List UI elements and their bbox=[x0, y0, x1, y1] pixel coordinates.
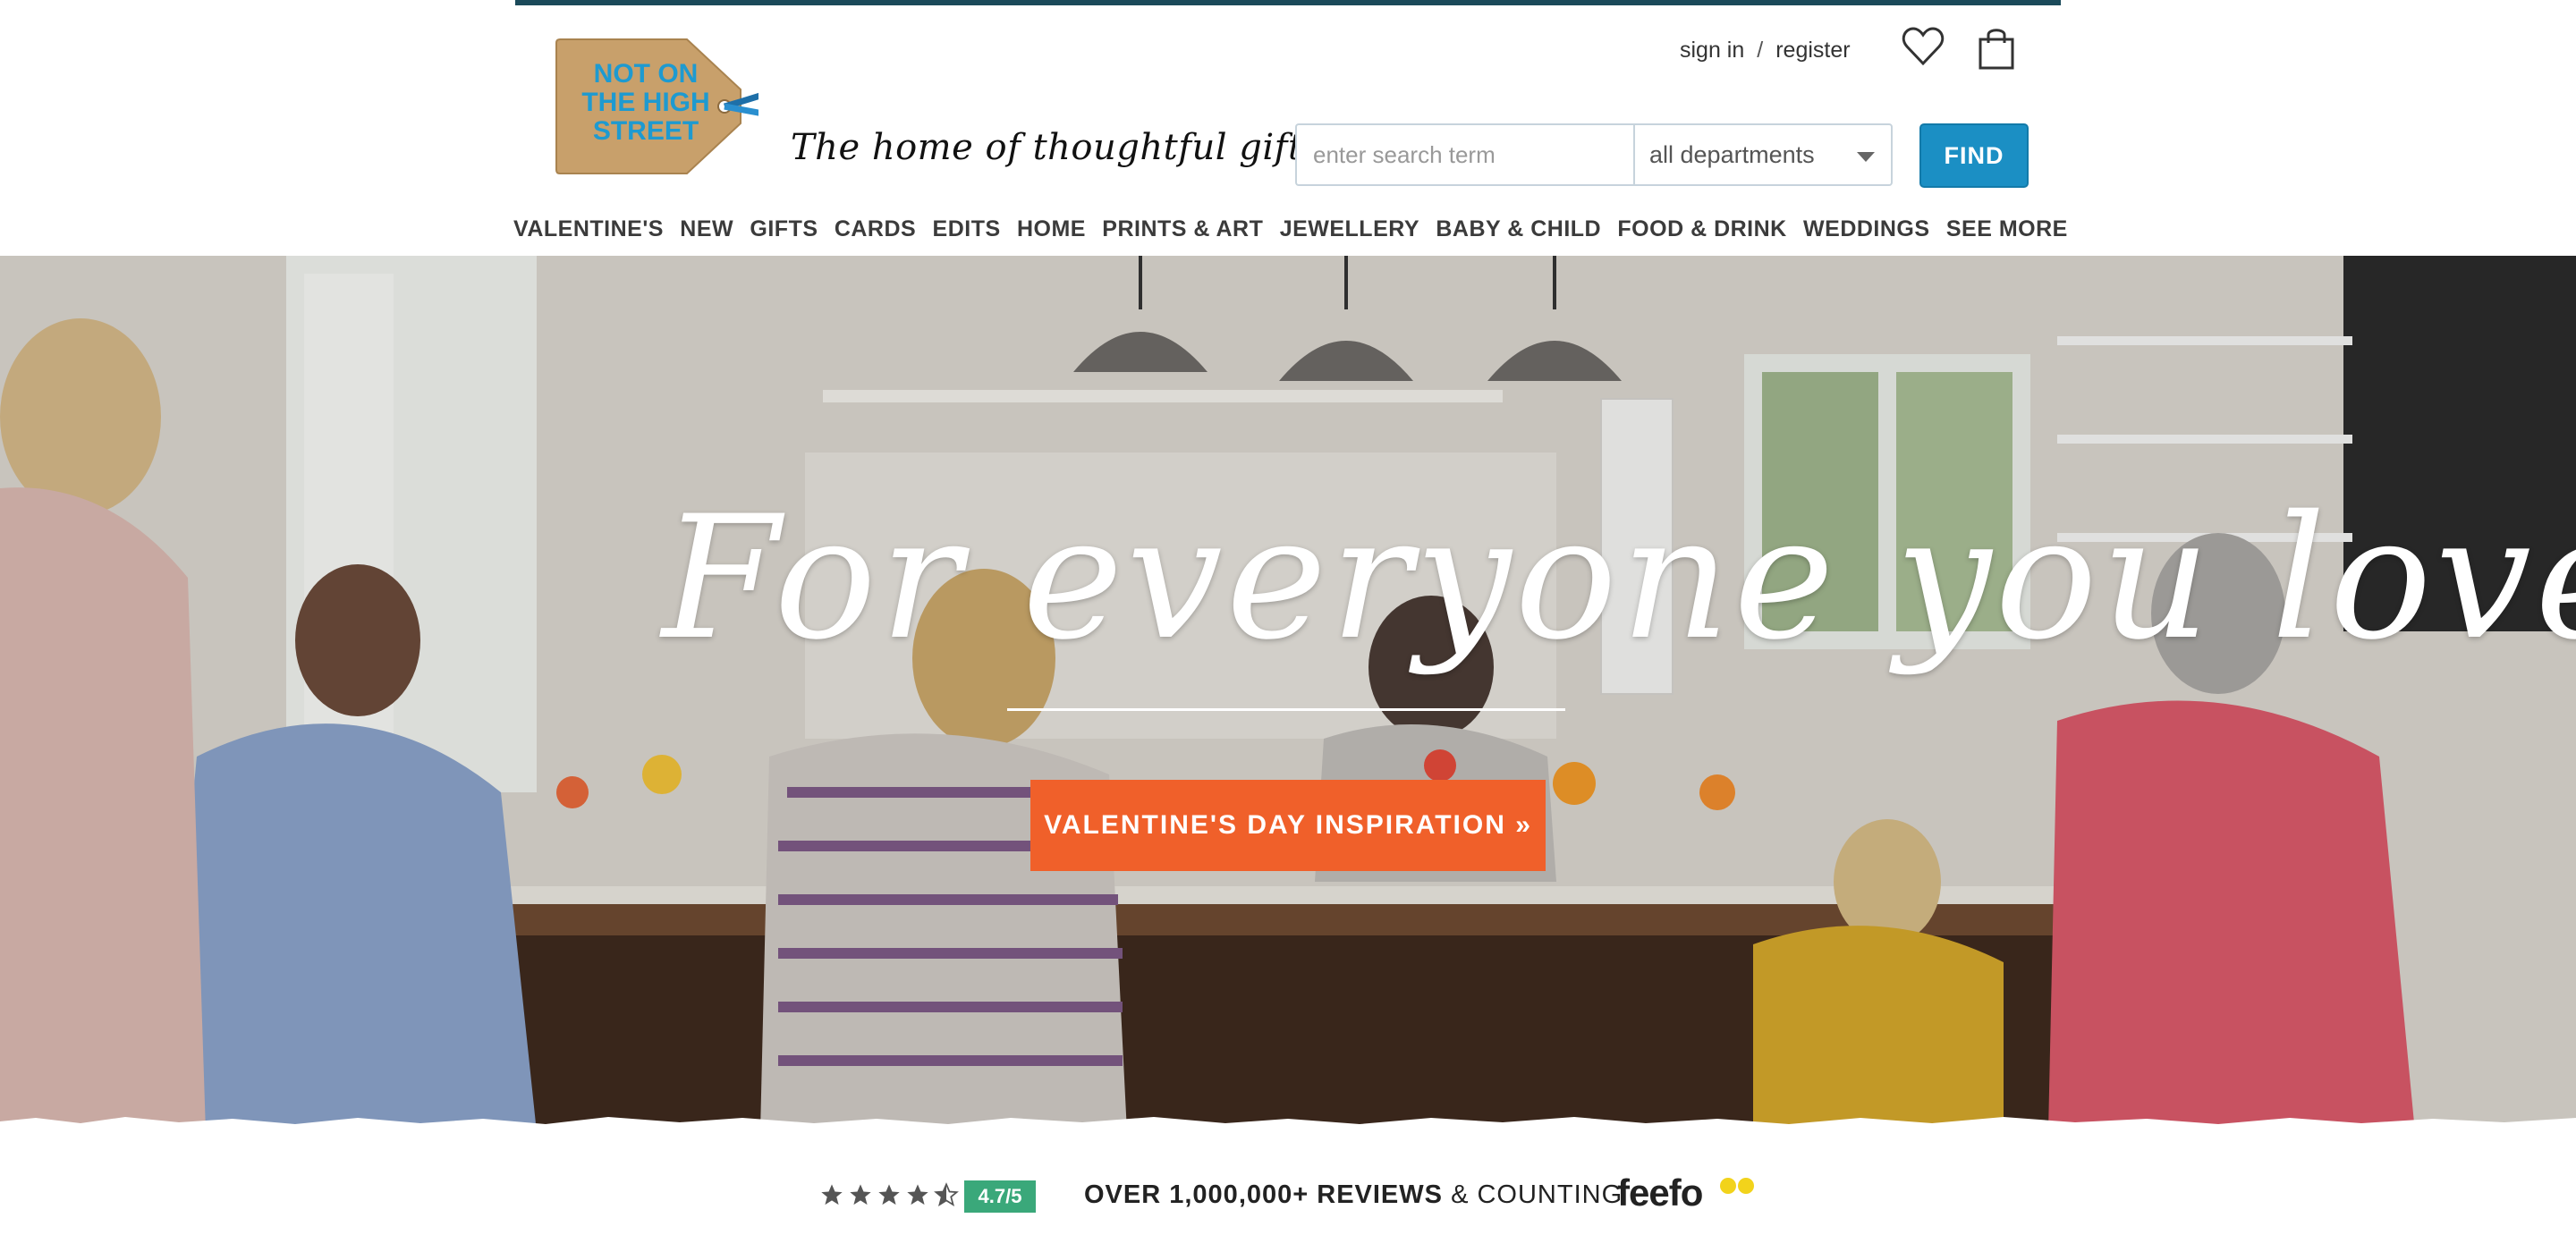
nav-item-gifts[interactable]: GIFTS bbox=[750, 216, 818, 242]
reviews-count-text: OVER 1,000,000+ REVIEWS & COUNTING bbox=[1084, 1180, 1623, 1210]
nav-item-valentines[interactable]: VALENTINE'S bbox=[513, 216, 664, 242]
star-icon bbox=[878, 1184, 900, 1205]
logo-line-2: THE HIGH bbox=[581, 88, 709, 117]
star-icon bbox=[821, 1184, 843, 1205]
department-select-value: all departments bbox=[1649, 140, 1815, 168]
chevron-down-icon bbox=[1857, 152, 1875, 162]
reviews-bar: 4.7/5 OVER 1,000,000+ REVIEWS & COUNTING… bbox=[0, 1132, 2576, 1252]
star-icon bbox=[907, 1184, 928, 1205]
sign-in-link[interactable]: sign in bbox=[1680, 38, 1744, 63]
star-icon bbox=[850, 1184, 871, 1205]
reviews-count-bold: OVER 1,000,000+ REVIEWS bbox=[1084, 1180, 1443, 1209]
valentines-inspiration-button[interactable]: VALENTINE'S DAY INSPIRATION » bbox=[1030, 780, 1546, 871]
tagline: The home of thoughtful gifts bbox=[791, 127, 1322, 168]
nav-item-see-more[interactable]: SEE MORE bbox=[1946, 216, 2068, 242]
nav-item-cards[interactable]: CARDS bbox=[835, 216, 916, 242]
nav-item-baby-child[interactable]: BABY & CHILD bbox=[1436, 216, 1601, 242]
logo-line-1: NOT ON bbox=[594, 59, 699, 89]
site-header: NOT ON THE HIGH STREET The home of thoug… bbox=[0, 5, 2576, 256]
half-star-icon bbox=[934, 1182, 959, 1206]
search-bar: enter search term all departments FIND bbox=[1295, 123, 2576, 188]
feefo-logo[interactable]: feefo bbox=[1617, 1172, 1703, 1214]
heart-icon[interactable] bbox=[1902, 27, 1945, 66]
reviews-count-rest: & COUNTING bbox=[1451, 1180, 1623, 1209]
bag-icon[interactable] bbox=[1977, 25, 2016, 70]
nav-item-jewellery[interactable]: JEWELLERY bbox=[1280, 216, 1419, 242]
account-links: sign in / register bbox=[1680, 32, 1851, 68]
hero-photo bbox=[0, 256, 2576, 1132]
hero-banner: For everyone you love VALENTINE'S DAY IN… bbox=[0, 256, 2576, 1132]
rating-badge: 4.7/5 bbox=[964, 1180, 1036, 1213]
register-link[interactable]: register bbox=[1775, 38, 1850, 63]
feefo-eyes-icon bbox=[1720, 1178, 1754, 1194]
department-select[interactable]: all departments bbox=[1633, 123, 1893, 186]
nav-item-home[interactable]: HOME bbox=[1017, 216, 1086, 242]
search-input[interactable]: enter search term bbox=[1295, 123, 1635, 186]
nav-item-weddings[interactable]: WEDDINGS bbox=[1803, 216, 1930, 242]
nav-item-edits[interactable]: EDITS bbox=[933, 216, 1001, 242]
logo-line-3: STREET bbox=[593, 116, 699, 146]
hero-title: For everyone you love bbox=[662, 479, 2576, 677]
logo[interactable]: NOT ON THE HIGH STREET bbox=[553, 36, 758, 177]
account-separator: / bbox=[1757, 37, 1764, 63]
main-nav: VALENTINE'S NEW GIFTS CARDS EDITS HOME P… bbox=[513, 216, 2068, 242]
nav-item-new[interactable]: NEW bbox=[680, 216, 733, 242]
torn-edge bbox=[0, 1117, 2576, 1132]
find-button[interactable]: FIND bbox=[1919, 123, 2029, 188]
nav-item-food-drink[interactable]: FOOD & DRINK bbox=[1617, 216, 1786, 242]
nav-item-prints-art[interactable]: PRINTS & ART bbox=[1102, 216, 1263, 242]
rating-stars bbox=[819, 1182, 959, 1207]
hero-divider bbox=[1007, 708, 1565, 711]
